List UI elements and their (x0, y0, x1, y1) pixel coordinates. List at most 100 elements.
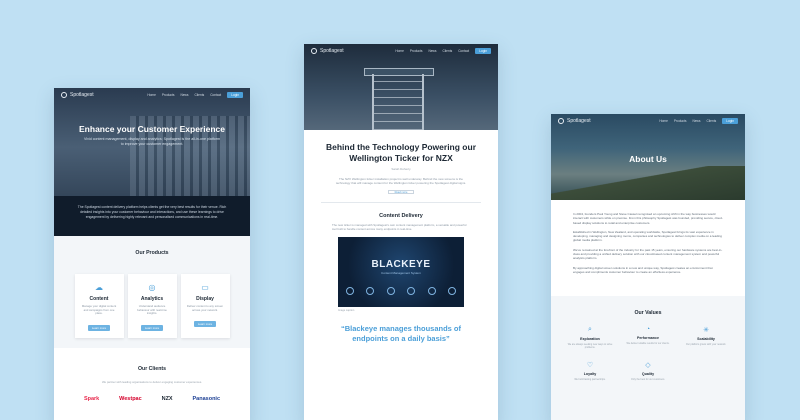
client-logo-panasonic: Panasonic (192, 396, 221, 402)
article-lead: The NZX Wellington ticker installation p… (335, 177, 467, 186)
value-desc: We build lasting partnerships. (574, 378, 606, 382)
about-title: About Us (629, 154, 667, 164)
hero-subtitle: Vivid content management, display and an… (84, 137, 220, 146)
analytics-icon: ◎ (148, 283, 156, 292)
nav-link-clients[interactable]: Clients (194, 93, 204, 97)
harbour-hills-image (551, 166, 745, 200)
values-section: Our Values ⌕ Exploration We are always s… (551, 296, 745, 420)
endpoint-icon (366, 287, 375, 296)
display-icon: ▭ (201, 283, 209, 292)
blackeye-graphic: BLACKEYE Content Management System (338, 237, 464, 308)
endpoint-icon (386, 287, 395, 296)
brand-name: Spotlagest (320, 48, 344, 54)
nav-link-products[interactable]: Products (162, 93, 175, 97)
value-quality: ◇ Quality Only the best for our customer… (619, 361, 677, 381)
endpoint-icon (427, 287, 436, 296)
nav-link-news[interactable]: News (180, 93, 188, 97)
value-name: Loyalty (583, 372, 597, 377)
nav-link-clients[interactable]: Clients (442, 49, 452, 53)
about-paragraph: In 2004, founders Paul Young and Steve C… (573, 212, 723, 225)
heart-icon: ♡ (586, 362, 594, 370)
nav-link-contact[interactable]: Contact (210, 93, 221, 97)
blackeye-subtitle: Content Management System (381, 271, 421, 276)
endpoint-icons (346, 287, 456, 296)
brand-logo[interactable]: Spotlagest (558, 118, 591, 124)
clients-section: Our Clients We partner with leading orga… (54, 348, 250, 420)
learn-more-button[interactable]: Learn more (193, 321, 217, 328)
value-performance: ◔ Performance We deliver reliable result… (619, 326, 677, 349)
brand-logo[interactable]: Spotlagest (311, 48, 344, 54)
values-title: Our Values (634, 310, 662, 316)
value-name: Performance (637, 336, 659, 340)
about-mockup: Spotlagest Home Products News Clients Lo… (551, 114, 745, 420)
nav-link-clients[interactable]: Clients (706, 119, 716, 123)
value-name: Quality (641, 372, 655, 377)
article-title: Behind the Technology Powering our Welli… (325, 142, 476, 163)
network-icon: ✳ (703, 327, 709, 334)
products-title: Our Products (135, 250, 169, 256)
brand-logo[interactable]: Spotlagest (61, 92, 94, 98)
value-name: Scalability (697, 337, 715, 341)
hero-title: Enhance your Customer Experience (79, 124, 225, 134)
logo-icon (61, 92, 67, 98)
endpoint-icon (346, 287, 354, 296)
value-desc: We deliver reliable results for our clie… (626, 342, 670, 345)
navbar: Spotlagest Home Products News Clients Lo… (551, 114, 745, 128)
search-icon: ⌕ (588, 326, 592, 333)
logo-icon (311, 48, 317, 54)
nav-link-news[interactable]: News (692, 119, 700, 123)
product-card-display: ▭ Display Deliver content to any screen … (180, 274, 230, 338)
navbar: Spotlagest Home Products News Clients Co… (304, 44, 498, 58)
value-desc: Our platform grows with your network. (685, 343, 727, 346)
image-caption: Image caption (338, 309, 355, 313)
learn-more-button[interactable]: Learn more (87, 324, 111, 331)
client-logo-westpac: Westpac (119, 396, 142, 402)
nav-link-products[interactable]: Products (674, 119, 687, 123)
value-name: Exploration (580, 337, 600, 341)
product-desc: Manage your digital content and campaign… (81, 304, 117, 316)
learn-more-button[interactable]: Learn more (140, 324, 164, 331)
about-paragraph: We've remained at the forefront of the i… (573, 247, 723, 261)
products-section: Our Products ☁ Content Manage your digit… (54, 236, 250, 348)
speed-icon: ◔ (645, 326, 651, 333)
product-card-content: ☁ Content Manage your digital content an… (74, 274, 124, 338)
endpoint-icon (447, 287, 456, 296)
product-name: Analytics (140, 296, 164, 302)
product-card-analytics: ◎ Analytics Understand audience behaviou… (127, 274, 177, 338)
pull-quote: “Blackeye manages thousands of endpoints… (340, 324, 462, 343)
homepage-mockup: Spotlagest Home Products News Clients Co… (54, 88, 250, 420)
client-logos: Spark Westpac NZX Panasonic (54, 396, 250, 402)
logo-icon (558, 118, 564, 124)
crane-image (372, 74, 424, 130)
client-logo-nzx: NZX (161, 396, 173, 402)
about-paragraph: Established in Wellington, New Zealand, … (573, 229, 722, 243)
login-button[interactable]: Login (722, 118, 738, 124)
hero-banner: Enhance your Customer Experience Vivid c… (54, 88, 250, 196)
nav-link-home[interactable]: Home (395, 49, 404, 53)
nav-link-products[interactable]: Products (410, 49, 423, 53)
value-scalability: ✳ Scalability Our platform grows with yo… (677, 326, 735, 349)
login-button[interactable]: Login (227, 92, 243, 98)
read-more-button[interactable]: Read more (388, 190, 414, 195)
article-mockup: Spotlagest Home Products News Clients Co… (304, 44, 498, 420)
divider (321, 202, 481, 203)
nav-link-contact[interactable]: Contact (458, 49, 469, 53)
intro-text: The Spotlagest content delivery platform… (54, 196, 250, 236)
product-desc: Deliver content to any screen across you… (186, 304, 224, 312)
value-desc: Only the best for our customers. (630, 378, 665, 382)
client-logo-spark: Spark (83, 396, 100, 402)
about-text: In 2004, founders Paul Young and Steve C… (551, 200, 745, 274)
nav-link-home[interactable]: Home (659, 119, 668, 123)
brand-name: Spotlagest (70, 92, 94, 98)
login-button[interactable]: Login (475, 48, 491, 54)
product-name: Content (89, 296, 109, 302)
product-name: Display (196, 296, 214, 302)
cloud-icon: ☁ (95, 283, 103, 292)
endpoint-icon (407, 287, 416, 296)
diamond-icon: ◇ (645, 362, 651, 370)
article-body: The new ticker is managed with Spotlages… (332, 222, 467, 232)
value-exploration: ⌕ Exploration We are always seeking new … (561, 326, 619, 349)
value-loyalty: ♡ Loyalty We build lasting partnerships. (561, 361, 619, 381)
nav-link-home[interactable]: Home (147, 93, 156, 97)
nav-link-news[interactable]: News (428, 49, 436, 53)
